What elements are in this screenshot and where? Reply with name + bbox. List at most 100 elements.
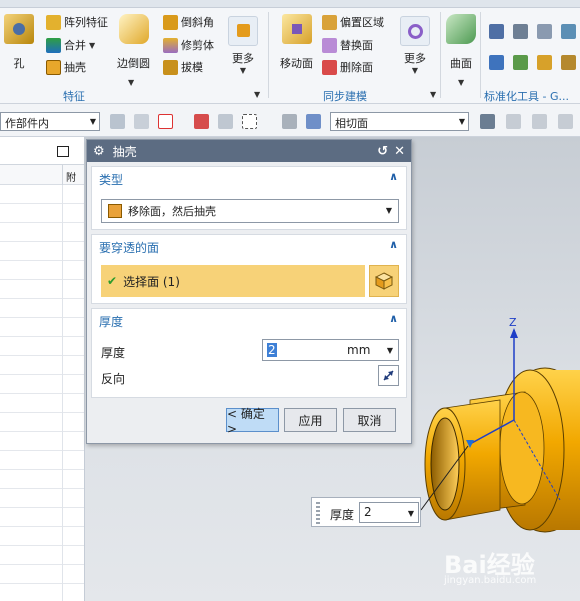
chevron-up-icon[interactable]: ∧ [389, 312, 398, 325]
arrow-icon[interactable] [480, 114, 495, 129]
navigator-row[interactable] [0, 451, 84, 470]
ok-button[interactable]: < 确定 > [226, 407, 279, 436]
std-tool-3-icon[interactable] [537, 24, 552, 39]
chamfer-button[interactable]: 倒斜角 [163, 14, 214, 30]
navigator-row[interactable] [0, 337, 84, 356]
draft-button[interactable]: 拔模 [163, 59, 203, 75]
navigator-row[interactable] [0, 508, 84, 527]
surface-icon [446, 14, 476, 44]
rectangle-select-icon[interactable] [242, 114, 257, 129]
std-tool-4-icon[interactable] [561, 24, 576, 39]
cube-icon[interactable] [306, 114, 321, 129]
std-tool-5-icon[interactable] [489, 55, 504, 70]
edge-blend-button[interactable]: 边倒圆 [117, 14, 150, 71]
hole-label: 孔 [13, 57, 25, 70]
navigator-row[interactable] [0, 280, 84, 299]
surface-button[interactable]: 曲面 [446, 14, 476, 71]
navigator-row[interactable] [0, 489, 84, 508]
reverse-direction-label: 反向 [101, 372, 126, 386]
std-tool-1-icon[interactable] [489, 24, 504, 39]
ribbon: 孔 阵列特征 合并 ▼ 抽壳 边倒圆 ▼ 倒斜角 修剪体 拔模 更多 ▼ 特征 … [0, 0, 580, 104]
thickness-section-header[interactable]: 厚度 ∧ [92, 309, 406, 331]
cancel-button[interactable]: 取消 [343, 408, 396, 432]
snap-points-icon[interactable] [506, 114, 521, 129]
std-tool-2-icon[interactable] [513, 24, 528, 39]
point-snap-icon[interactable] [194, 114, 209, 129]
navigator-row[interactable] [0, 375, 84, 394]
floating-thickness-field[interactable]: 2 ▼ [359, 502, 419, 523]
maximize-icon[interactable] [57, 146, 69, 157]
features-more-button[interactable]: 更多 ▼ [228, 16, 258, 75]
features-group-expand-icon[interactable]: ▼ [254, 90, 260, 99]
delete-face-button[interactable]: 删除面 [322, 59, 373, 75]
navigator-row[interactable] [0, 470, 84, 489]
shell-icon [46, 59, 61, 75]
navigator-row[interactable] [0, 432, 84, 451]
navigator-row[interactable] [0, 185, 84, 204]
navigator-header [0, 137, 84, 165]
close-icon[interactable]: ✕ [394, 144, 405, 159]
navigator-row[interactable] [0, 261, 84, 280]
edge-blend-dropdown-icon[interactable]: ▼ [128, 78, 134, 87]
std-tool-8-icon[interactable] [561, 55, 576, 70]
sync-group-expand-icon[interactable]: ▼ [430, 90, 436, 99]
replace-face-icon [322, 37, 337, 53]
offset-region-button[interactable]: 偏置区域 [322, 14, 384, 30]
drag-handle-icon[interactable] [316, 502, 320, 524]
navigator-row[interactable] [0, 223, 84, 242]
chamfer-icon [163, 14, 178, 30]
navigator-row[interactable] [0, 204, 84, 223]
shell-button[interactable]: 抽壳 [46, 59, 86, 75]
faces-section-header[interactable]: 要穿透的面 ∧ [92, 235, 406, 257]
face-rule-combo[interactable]: 相切面 ▼ [330, 112, 469, 131]
apply-button[interactable]: 应用 [284, 408, 337, 432]
watermark-url: jingyan.baidu.com [444, 575, 537, 586]
unite-icon [46, 37, 61, 53]
navigator-row[interactable] [0, 394, 84, 413]
trim-body-button[interactable]: 修剪体 [163, 37, 214, 53]
shell-dialog: ⚙ 抽壳 ↺ ✕ 类型 ∧ 移除面，然后抽壳 ▼ 要穿透的面 ∧ ✔ 选择面 (… [86, 139, 412, 444]
select-face-button[interactable] [369, 265, 399, 297]
column-header[interactable]: 附 [66, 169, 76, 184]
line-2-icon[interactable] [558, 114, 573, 129]
select-box-icon[interactable] [158, 114, 173, 129]
chevron-up-icon[interactable]: ∧ [389, 170, 398, 183]
snap-icon[interactable] [110, 114, 125, 129]
navigator-row[interactable] [0, 242, 84, 261]
chevron-down-icon: ▼ [89, 40, 96, 50]
unite-button[interactable]: 合并 ▼ [46, 37, 95, 53]
navigator-row[interactable] [0, 318, 84, 337]
navigator-row[interactable] [0, 565, 84, 584]
chevron-up-icon[interactable]: ∧ [389, 238, 398, 251]
filter-icon[interactable] [134, 114, 149, 129]
reverse-direction-button[interactable] [378, 365, 399, 386]
shell-type-combo[interactable]: 移除面，然后抽壳 ▼ [101, 199, 399, 223]
replace-face-button[interactable]: 替换面 [322, 37, 373, 53]
navigator-row[interactable] [0, 356, 84, 375]
hole-button[interactable]: 孔 [4, 14, 34, 71]
std-tool-7-icon[interactable] [537, 55, 552, 70]
std-tool-6-icon[interactable] [513, 55, 528, 70]
line-icon[interactable] [532, 114, 547, 129]
reset-icon[interactable]: ↺ [377, 144, 388, 159]
thickness-input[interactable]: 2 mm ▼ [262, 339, 399, 361]
navigator-row[interactable] [0, 546, 84, 565]
type-section-header[interactable]: 类型 ∧ [92, 167, 406, 189]
navigator-row[interactable] [0, 413, 84, 432]
navigator-row[interactable] [0, 527, 84, 546]
unit-label: mm [347, 343, 371, 357]
select-face-row[interactable]: ✔ 选择面 (1) [101, 265, 365, 297]
surface-dropdown-icon[interactable]: ▼ [458, 78, 464, 87]
chevron-down-icon[interactable]: ▼ [387, 346, 393, 355]
pattern-feature-button[interactable]: 阵列特征 [46, 14, 108, 30]
move-face-button[interactable]: 移动面 [280, 14, 313, 71]
body-filter-icon[interactable] [282, 114, 297, 129]
dialog-title-bar[interactable]: ⚙ 抽壳 ↺ ✕ [87, 140, 411, 162]
navigator-row[interactable] [0, 584, 84, 601]
cursor-icon[interactable] [218, 114, 233, 129]
selection-scope-combo[interactable]: 作部件内 ▼ [0, 112, 100, 131]
checkmark-icon: ✔ [107, 274, 118, 288]
sync-more-button[interactable]: 更多 ▼ [400, 16, 430, 75]
more-icon [228, 16, 258, 46]
navigator-row[interactable] [0, 299, 84, 318]
